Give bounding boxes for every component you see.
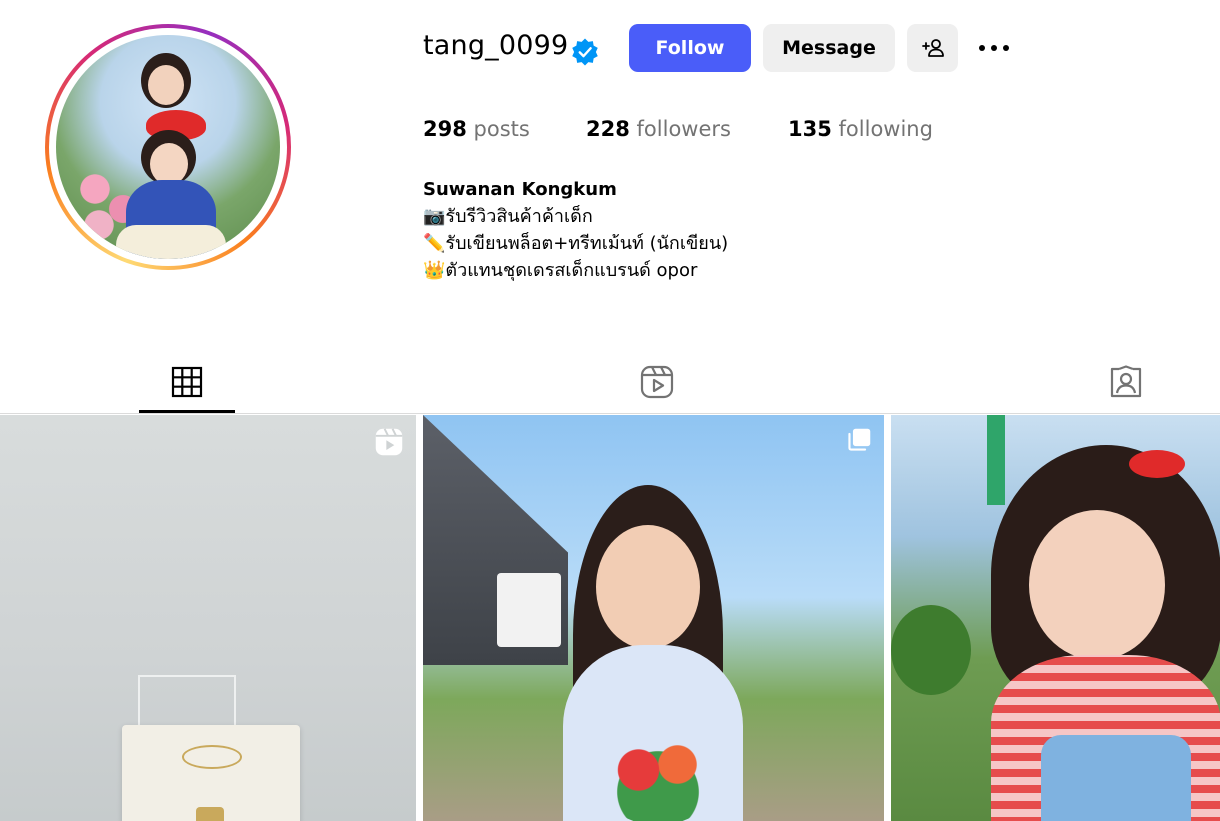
post-image-content: [987, 415, 1005, 505]
post-thumbnail[interactable]: [891, 415, 1220, 821]
add-person-icon: [921, 39, 944, 57]
profile-bio: Suwanan Kongkum 📷รับรีวิวสินค้าค้าเด็ก ✏…: [423, 176, 728, 284]
avatar-story-ring[interactable]: [45, 24, 291, 270]
more-options-button[interactable]: [972, 30, 1016, 66]
verified-badge-icon: [572, 38, 598, 66]
bio-line: ✏️รับเขียนพล็อต+ทรีทเม้นท์ (นักเขียน): [423, 233, 729, 254]
more-horizontal-icon: [979, 45, 1009, 51]
followers-label: followers: [636, 117, 731, 141]
followers-stat[interactable]: 228 followers: [586, 117, 731, 141]
following-count: 135: [788, 117, 832, 141]
post-image-content: [122, 725, 300, 821]
tagged-icon: [1110, 365, 1142, 398]
posts-stat: 298 posts: [423, 117, 530, 141]
post-image-content: [1029, 510, 1165, 660]
tab-tagged[interactable]: [1078, 352, 1174, 412]
post-image-content: [1129, 450, 1185, 478]
reels-icon: [375, 428, 403, 456]
avatar-figure: [116, 225, 226, 259]
post-thumbnail[interactable]: [423, 415, 884, 821]
tabs-divider: [0, 413, 1220, 414]
post-image-content: [1041, 735, 1191, 821]
bio-line: 📷รับรีวิวสินค้าค้าเด็ก: [423, 206, 593, 227]
tab-reels[interactable]: [609, 352, 705, 412]
full-name: Suwanan Kongkum: [423, 179, 617, 200]
post-image-content: [182, 745, 242, 769]
post-image-content: [497, 573, 561, 647]
profile-username: tang_0099: [423, 30, 569, 61]
post-image-content: [891, 605, 971, 695]
post-thumbnail[interactable]: [0, 415, 416, 821]
post-image-content: [593, 715, 723, 821]
following-label: following: [838, 117, 933, 141]
tab-posts[interactable]: [139, 352, 235, 412]
grid-icon: [171, 366, 203, 398]
reels-icon: [640, 365, 674, 399]
follow-button[interactable]: Follow: [629, 24, 751, 72]
post-image-content: [196, 807, 224, 821]
suggest-user-button[interactable]: [907, 24, 958, 72]
bio-line: 👑ตัวแทนชุดเดรสเด็กแบรนด์ opor: [423, 260, 698, 281]
following-stat[interactable]: 135 following: [788, 117, 933, 141]
followers-count: 228: [586, 117, 630, 141]
post-image-content: [138, 675, 236, 727]
post-image-content: [596, 525, 700, 649]
posts-label: posts: [473, 117, 530, 141]
carousel-icon: [848, 428, 871, 451]
avatar-figure: [150, 143, 188, 185]
avatar-figure: [148, 65, 184, 105]
avatar[interactable]: [56, 35, 280, 259]
posts-count: 298: [423, 117, 467, 141]
message-button[interactable]: Message: [763, 24, 895, 72]
